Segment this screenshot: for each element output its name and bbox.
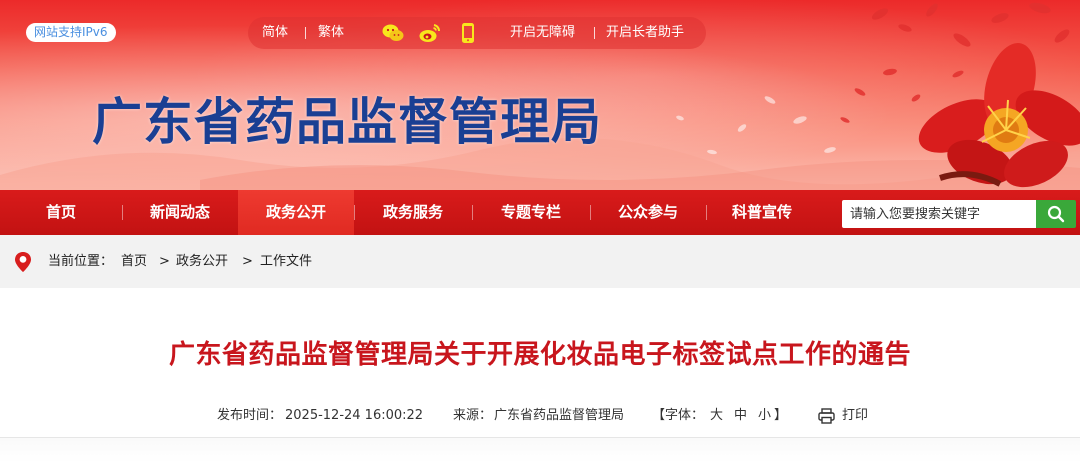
breadcrumb-work-documents[interactable]: 工作文件 [260, 235, 312, 288]
search-input[interactable] [842, 200, 1036, 228]
search-button[interactable] [1036, 200, 1076, 228]
header-banner: 网站支持IPv6 简体 繁体 开启无障碍 开启长者助手 广东省药品监督管理局 [0, 0, 1080, 190]
nav-item-public-participation[interactable]: 公众参与 [590, 190, 706, 235]
article-title: 广东省药品监督管理局关于开展化妆品电子标签试点工作的通告 [168, 340, 911, 370]
font-size-bracket: 】 [774, 408, 788, 423]
font-size-large[interactable]: 大 [710, 406, 723, 426]
breadcrumb-prefix: 当前位置： [48, 254, 114, 269]
source-name: 广东省药品监督管理局 [494, 408, 625, 423]
nav-item-science-popularization[interactable]: 科普宣传 [706, 190, 818, 235]
content-area [0, 438, 1080, 463]
print-link[interactable]: 打印 [842, 406, 868, 426]
nav-item-services[interactable]: 政务服务 [354, 190, 472, 235]
location-pin-icon [15, 252, 31, 272]
nav-item-special-topics[interactable]: 专题专栏 [472, 190, 590, 235]
breadcrumb-separator: > [242, 254, 253, 269]
publish-time: 2025-12-24 16:00:22 [285, 408, 424, 423]
font-size-label: 【字体： [652, 408, 705, 423]
site-title[interactable]: 广东省药品监督管理局 [92, 82, 602, 154]
publish-time-label: 发布时间： [217, 408, 283, 423]
breadcrumb: 当前位置： 首页 > 政务公开 > 工作文件 [0, 235, 1080, 288]
breadcrumb-separator: > [159, 254, 170, 269]
toolbar-divider [305, 27, 306, 39]
accessibility-mode-link[interactable]: 开启无障碍 [510, 17, 575, 49]
traditional-chinese-link[interactable]: 繁体 [318, 17, 344, 49]
font-size-small[interactable]: 小 [758, 406, 771, 426]
nav-item-news[interactable]: 新闻动态 [122, 190, 238, 235]
source-label: 来源： [453, 408, 493, 423]
top-toolbar: 简体 繁体 开启无障碍 开启长者助手 [248, 17, 706, 49]
breadcrumb-home[interactable]: 首页 [121, 235, 147, 288]
weibo-icon[interactable] [418, 21, 442, 45]
elder-assistant-link[interactable]: 开启长者助手 [606, 17, 684, 49]
phone-icon[interactable] [456, 21, 480, 45]
nav-item-government-affairs[interactable]: 政务公开 [238, 190, 354, 235]
printer-icon[interactable] [818, 408, 835, 424]
wechat-icon[interactable] [381, 21, 405, 45]
search-icon [1047, 205, 1065, 223]
nav-item-home[interactable]: 首页 [0, 190, 122, 235]
font-size-medium[interactable]: 中 [734, 406, 747, 426]
toolbar-divider [594, 27, 595, 39]
simplified-chinese-link[interactable]: 简体 [262, 17, 288, 49]
breadcrumb-government-affairs[interactable]: 政务公开 [176, 235, 228, 288]
ipv6-badge: 网站支持IPv6 [26, 23, 116, 42]
